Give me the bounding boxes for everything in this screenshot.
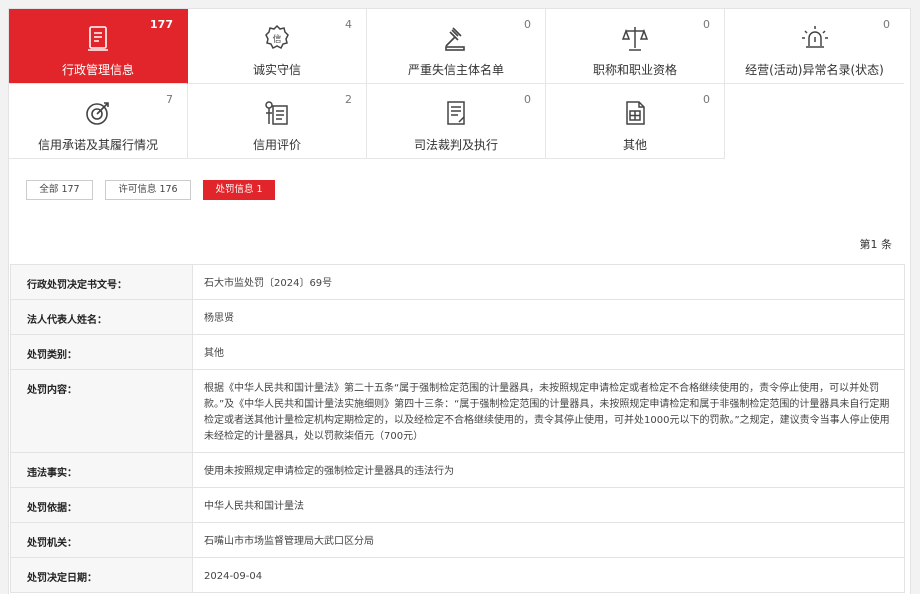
category-label: 行政管理信息 [61,63,134,77]
category-label: 司法裁判及执行 [413,138,498,152]
category-grid: 177 行政管理信息 4 信 诚实守信 0 严重失信主体名单 0 职称和职业资格… [9,9,910,161]
field-label: 法人代表人姓名： [10,299,193,335]
field-value: 杨思贤 [192,299,905,335]
category-count: 0 [703,18,710,31]
field-value: 石大市监处罚〔2024〕69号 [192,264,905,300]
scales-icon [620,23,650,53]
field-label: 违法事实： [10,452,193,488]
category-label: 信用承诺及其履行情况 [37,138,158,152]
field-label: 处罚决定日期： [10,557,193,593]
field-value: 石嘴山市市场监督管理局大武口区分局 [192,522,905,558]
evaluation-icon [262,98,292,128]
filter-penalty-button[interactable]: 处罚信息 1 [203,180,275,200]
table-row: 行政处罚决定书文号： 石大市监处罚〔2024〕69号 [10,264,905,300]
category-tile-abnormal-list[interactable]: 0 经营(活动)异常名录(状态) [725,9,904,84]
category-label: 职称和职业资格 [592,63,677,77]
category-count: 2 [345,93,352,106]
table-row: 处罚机关： 石嘴山市市场监督管理局大武口区分局 [10,522,905,558]
field-label: 处罚依据： [10,487,193,523]
table-row: 处罚依据： 中华人民共和国计量法 [10,487,905,523]
document-list-icon [83,23,113,53]
alarm-light-icon [800,23,830,53]
target-icon [83,98,113,128]
category-tile-credit-commitment[interactable]: 7 信用承诺及其履行情况 [9,84,188,159]
category-count: 0 [524,93,531,106]
category-tile-other[interactable]: 0 其他 [546,84,725,159]
table-row: 处罚决定日期： 2024-09-04 [10,557,905,593]
table-row: 法人代表人姓名： 杨思贤 [10,299,905,335]
table-row: 处罚类别： 其他 [10,334,905,370]
table-row: 处罚内容： 根据《中华人民共和国计量法》第二十五条“属于强制检定范围的计量器具，… [10,369,905,453]
field-label: 处罚类别： [10,334,193,370]
category-count: 7 [166,93,173,106]
category-count: 4 [345,18,352,31]
category-label: 信用评价 [252,138,301,152]
category-tile-blacklist[interactable]: 0 严重失信主体名单 [367,9,546,84]
field-value: 使用未按照规定申请检定的强制检定计量器具的违法行为 [192,452,905,488]
category-label: 经营(活动)异常名录(状态) [745,63,884,77]
other-document-icon [620,98,650,128]
category-count: 177 [150,18,173,31]
filter-license-button[interactable]: 许可信息 176 [105,180,191,200]
category-tile-qualification[interactable]: 0 职称和职业资格 [546,9,725,84]
category-tile-judicial[interactable]: 0 司法裁判及执行 [367,84,546,159]
field-label: 处罚机关： [10,522,193,558]
category-tile-credit-rating[interactable]: 2 信用评价 [188,84,367,159]
field-label: 处罚内容： [10,369,193,453]
record-index-label: 第1 条 [859,238,893,251]
judgment-document-icon [441,98,471,128]
category-label: 诚实守信 [252,63,301,77]
gavel-icon [441,23,471,53]
category-tile-admin-info[interactable]: 177 行政管理信息 [9,9,188,84]
svg-text:信: 信 [272,33,281,45]
table-row: 违法事实： 使用未按照规定申请检定的强制检定计量器具的违法行为 [10,452,905,488]
penalty-detail-table: 行政处罚决定书文号： 石大市监处罚〔2024〕69号 法人代表人姓名： 杨思贤 … [10,264,905,593]
category-count: 0 [524,18,531,31]
category-tile-integrity[interactable]: 4 信 诚实守信 [188,9,367,84]
category-count: 0 [703,93,710,106]
credit-info-panel: 177 行政管理信息 4 信 诚实守信 0 严重失信主体名单 0 职称和职业资格… [8,8,911,594]
category-label: 其他 [622,138,647,152]
category-count: 0 [883,18,890,31]
field-value: 其他 [192,334,905,370]
category-label: 严重失信主体名单 [407,63,504,77]
field-value: 2024-09-04 [192,557,905,593]
field-label: 行政处罚决定书文号： [10,264,193,300]
filter-all-button[interactable]: 全部 177 [26,180,93,200]
field-value: 根据《中华人民共和国计量法》第二十五条“属于强制检定范围的计量器具，未按照规定申… [192,369,905,453]
field-value: 中华人民共和国计量法 [192,487,905,523]
integrity-badge-icon: 信 [262,23,292,53]
